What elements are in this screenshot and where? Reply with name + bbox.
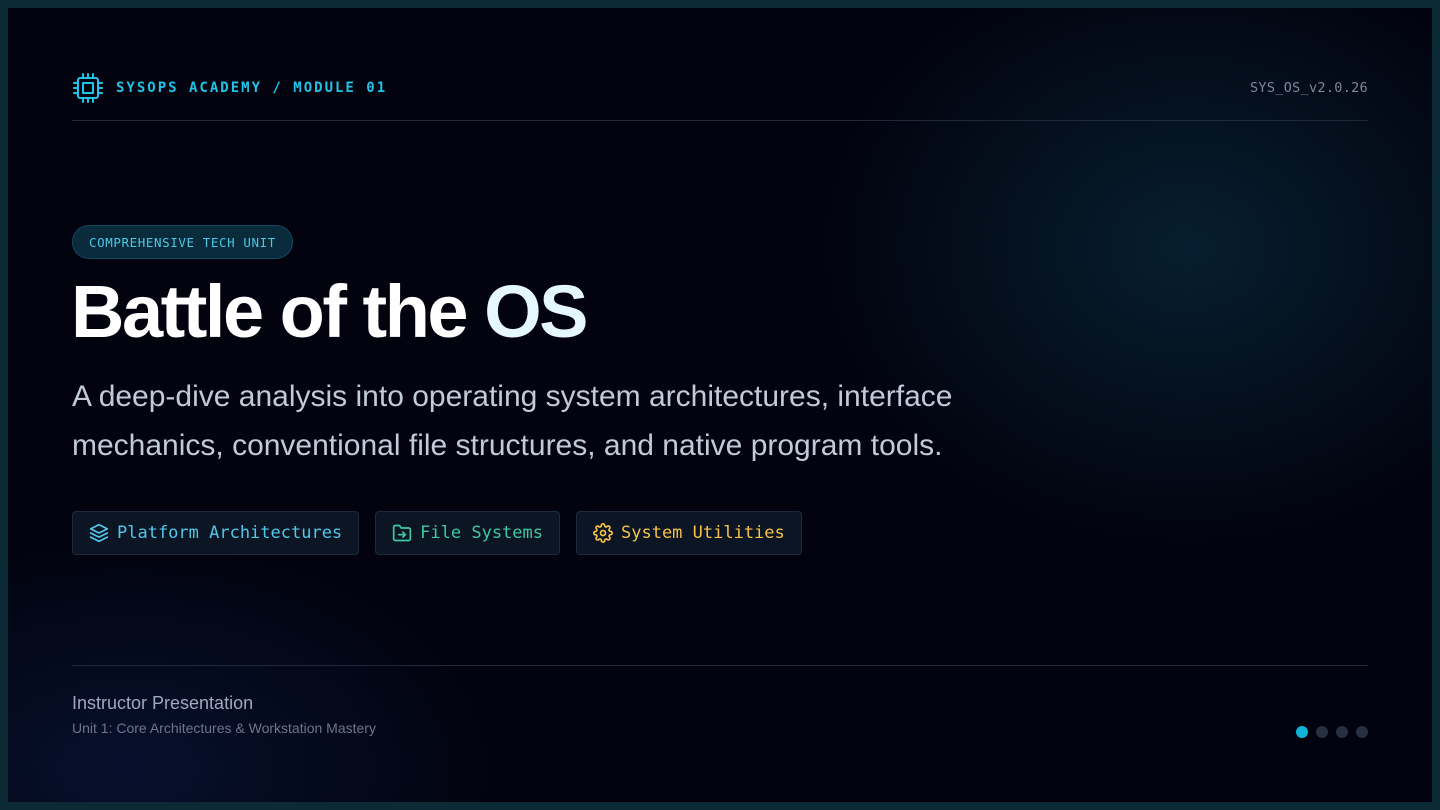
tag-label: Platform Architectures xyxy=(117,523,343,543)
pagination-dot[interactable] xyxy=(1296,726,1308,738)
folder-icon xyxy=(393,524,412,542)
brand: SYSOPS ACADEMY / MODULE 01 xyxy=(72,72,387,104)
page-subtitle: A deep-dive analysis into operating syst… xyxy=(72,380,953,462)
footer-title: Instructor Presentation xyxy=(72,693,254,713)
tag-label: System Utilities xyxy=(621,523,785,543)
pagination-dot[interactable] xyxy=(1316,726,1328,738)
cpu-chip-icon xyxy=(73,73,103,103)
title-accent: OS xyxy=(484,270,588,353)
footer-divider xyxy=(72,665,1368,666)
page-title: Battle of the OS xyxy=(71,270,589,353)
gear-icon xyxy=(593,523,613,543)
pagination-dots xyxy=(1296,726,1368,738)
header-divider xyxy=(72,120,1368,121)
header: SYSOPS ACADEMY / MODULE 01 SYS_OS_v2.0.2… xyxy=(72,70,1368,106)
footer-subtitle: Unit 1: Core Architectures & Workstation… xyxy=(72,720,376,736)
layers-icon xyxy=(89,523,109,543)
topic-tags: Platform Architectures File Systems Syst… xyxy=(72,511,802,555)
version-label: SYS_OS_v2.0.26 xyxy=(1250,80,1368,96)
title-main: Battle of the xyxy=(71,270,485,353)
tag-system-utilities[interactable]: System Utilities xyxy=(576,511,802,555)
pagination-dot[interactable] xyxy=(1336,726,1348,738)
brand-title: SYSOPS ACADEMY / MODULE 01 xyxy=(116,80,388,96)
tag-file-systems[interactable]: File Systems xyxy=(375,511,560,555)
slide: SYSOPS ACADEMY / MODULE 01 SYS_OS_v2.0.2… xyxy=(8,8,1432,802)
tag-label: File Systems xyxy=(420,523,543,543)
tag-platform-architectures[interactable]: Platform Architectures xyxy=(72,511,360,555)
pagination-dot[interactable] xyxy=(1356,726,1368,738)
unit-badge: COMPREHENSIVE TECH UNIT xyxy=(72,225,293,259)
